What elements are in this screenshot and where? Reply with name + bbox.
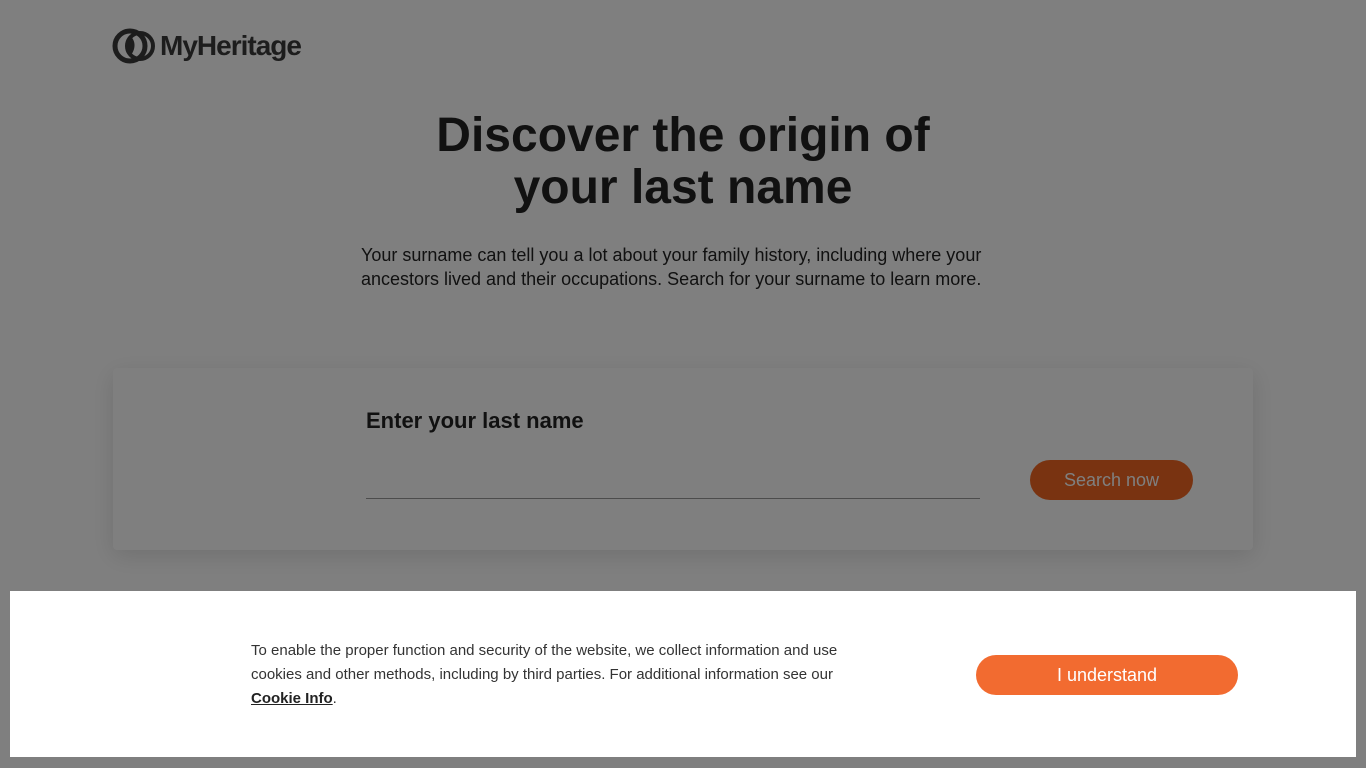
cookie-info-link[interactable]: Cookie Info <box>251 690 333 707</box>
cookie-message-text: To enable the proper function and securi… <box>251 642 838 683</box>
cookie-message-end: . <box>332 690 337 707</box>
cookie-banner: To enable the proper function and securi… <box>10 591 1356 757</box>
i-understand-button[interactable]: I understand <box>976 655 1238 695</box>
cookie-message: To enable the proper function and securi… <box>251 639 881 711</box>
